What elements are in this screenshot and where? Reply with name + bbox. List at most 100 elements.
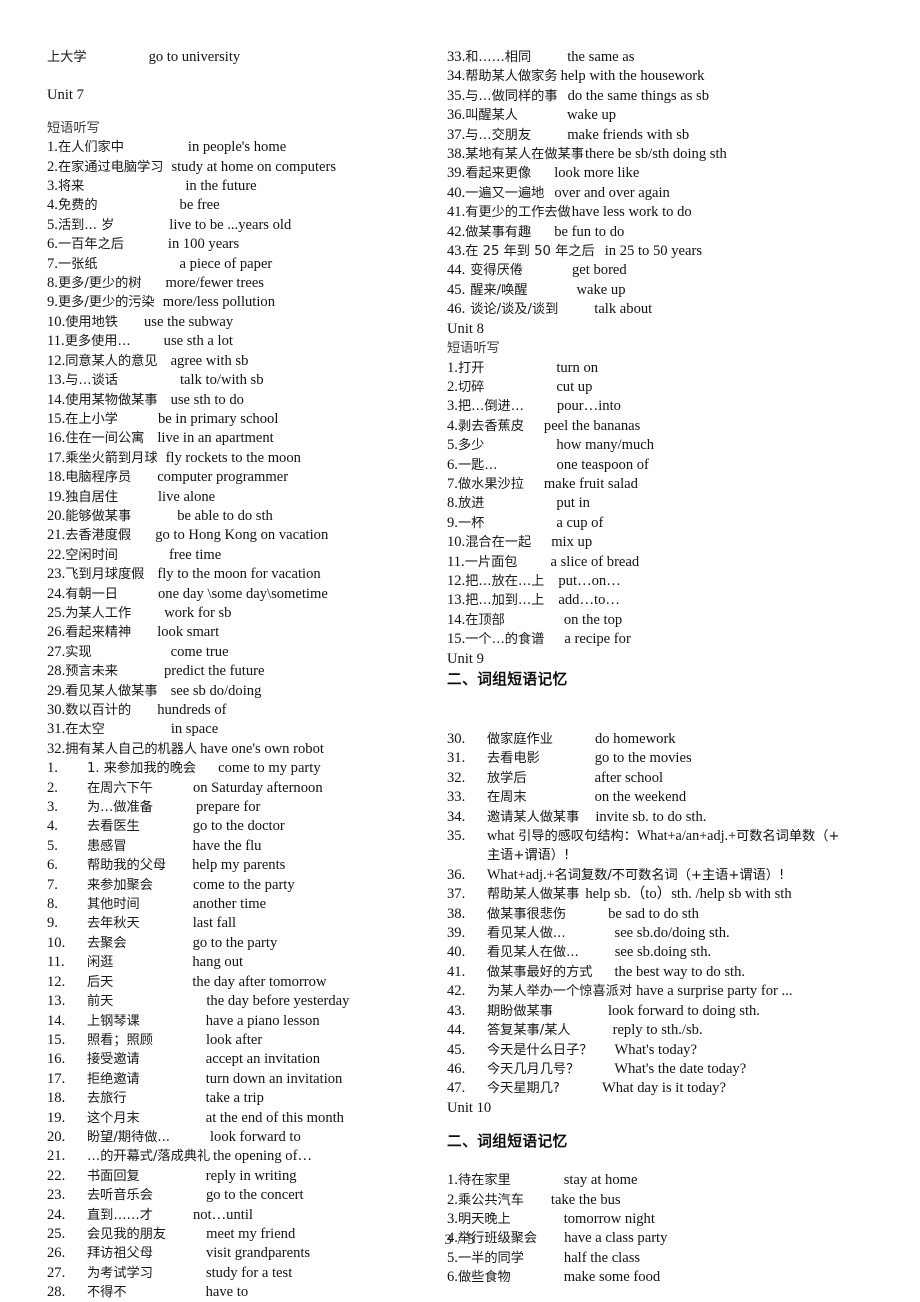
vocab-term-text: 在 25 年到 50 年之后: [465, 244, 595, 260]
vocab-row: 31. 去看电影 go to the movies: [447, 749, 920, 768]
vocab-term-text: 明天晚上: [457, 1211, 511, 1227]
vocab-row: 20.能够做某事 be able to do sth: [47, 507, 440, 526]
vocab-term-cn: 在周六下午: [87, 780, 153, 796]
item-number: 13.: [447, 592, 466, 609]
vocab-term-cn: 26.看起来精神: [47, 623, 131, 642]
item-number: 12.: [47, 973, 66, 990]
vocab-term-en: there be sb/sth doing sth: [584, 146, 727, 163]
item-number: 35.: [447, 87, 466, 104]
vocab-term-cn: 38.某地有某人在做某事: [447, 145, 584, 164]
vocab-term-en: be in primary school: [158, 410, 279, 427]
vocab-term-cn: 1. 来参加我的晚会: [87, 761, 197, 777]
vocab-term-text: 帮助某人做家务: [465, 69, 558, 85]
item-number: 2.: [447, 1191, 458, 1208]
vocab-row: 41. 做某事最好的方式 the best way to do sth.: [447, 963, 920, 982]
vocab-term-cn: 14.使用某物做某事: [47, 391, 158, 410]
vocab-row: 1.在人们家中 in people's home: [47, 138, 440, 157]
vocab-term-en: be able to do sth: [177, 507, 273, 524]
vocab-term-cn: 30.数以百计的: [47, 701, 131, 720]
document-page: 上大学 go to university Unit 7 短语听写 1.在人们家中…: [0, 0, 920, 1302]
item-number: 27.: [47, 1264, 66, 1281]
item-number: 3.: [47, 178, 58, 195]
vocab-term-en: be sad to do sth: [608, 905, 699, 922]
vocab-term-en: study for a test: [205, 1264, 293, 1281]
vocab-term-en: make friends with sb: [567, 126, 690, 143]
vocab-term-en: mix up: [551, 534, 593, 551]
vocab-term-cn: 19.独自居住: [47, 488, 118, 507]
item-number: 39.: [447, 165, 466, 182]
vocab-term-en: What's the date today?: [614, 1060, 747, 1077]
vocab-row: 42.做某事有趣 be fun to do: [447, 223, 920, 242]
vocab-term-en: help my parents: [192, 857, 286, 874]
opening-entry-cn: 上大学: [47, 50, 87, 65]
vocab-term-text: 切碎: [457, 379, 485, 395]
vocab-term-text: 在顶部: [465, 612, 505, 628]
vocab-term-en: in space: [170, 721, 219, 738]
vocab-term-cn: 1.在人们家中: [47, 138, 124, 157]
vocab-term-cn: 5.多少: [447, 436, 484, 455]
vocab-term-cn: 去旅行: [87, 1091, 127, 1107]
vocab-row: 18.电脑程序员 computer programmer: [47, 468, 440, 487]
vocab-row: 7.做水果沙拉 make fruit salad: [447, 475, 920, 494]
vocab-term-text: 一遍又一遍地: [465, 185, 545, 201]
vocab-row: 23.飞到月球度假 fly to the moon for vacation: [47, 565, 440, 584]
vocab-term-cn: 去年秋天: [87, 916, 140, 932]
vocab-term-en: add…to…: [558, 592, 620, 609]
vocab-term-cn: 接受邀请: [87, 1052, 140, 1068]
vocab-row: 30.数以百计的 hundreds of: [47, 701, 440, 720]
vocab-row: 11.更多使用… use sth a lot: [47, 332, 440, 351]
vocab-term-text: 为某人工作: [65, 605, 132, 621]
vocab-row: 2.乘公共汽车 take the bus: [447, 1191, 920, 1210]
grammar-note-35-part-b: 引导的感叹句结构：: [518, 829, 637, 845]
vocab-term-en: have the flu: [192, 837, 262, 854]
right-column: 33.和……相同 the same as 34.帮助某人做家务 help with t…: [440, 48, 920, 1288]
vocab-term-en: make some food: [563, 1269, 661, 1286]
vocab-term-text: 看起来精神: [65, 625, 132, 641]
vocab-term-en: half the class: [563, 1249, 641, 1266]
vocab-term-en: stay at home: [563, 1172, 638, 1189]
item-number: 44.: [447, 262, 466, 279]
item-number: 42.: [447, 223, 466, 240]
vocab-term-cn: 来参加聚会: [87, 877, 153, 893]
vocab-row: 10. 去聚会 go to the party: [47, 934, 440, 953]
vocab-term-en: prepare for: [195, 799, 261, 816]
item-number: 6.: [47, 857, 58, 874]
vocab-term-en: one day \some day\sometime: [158, 585, 328, 602]
vocab-term-en: computer programmer: [157, 469, 289, 486]
vocab-term-en: study at home on computers: [171, 158, 337, 175]
vocab-term-en: have one's own robot: [200, 740, 324, 757]
item-number: 28.: [47, 1284, 66, 1301]
vocab-term-cn: 帮助我的父母: [87, 858, 167, 874]
vocab-term-en: turn down an invitation: [205, 1070, 343, 1087]
vocab-term-text: 一半的同学: [457, 1250, 524, 1266]
item-number: 26.: [47, 624, 66, 641]
item-number: 45.: [447, 1041, 466, 1058]
vocab-term-en: in people's home: [187, 139, 287, 156]
vocab-row: 22.空闲时间 free time: [47, 546, 440, 565]
vocab-term-cn: 照看；照顾: [87, 1032, 153, 1048]
vocab-term-en: What day is it today?: [601, 1080, 726, 1097]
vocab-row: 13.与…谈话 talk to/with sb: [47, 371, 440, 390]
vocab-term-text: 有朝一日: [65, 586, 118, 602]
grammar-note-35-part-a: what: [487, 828, 519, 845]
vocab-row: 13.把…加到…上 add…to…: [447, 591, 920, 610]
grammar-note-36-part-a: What+adj.+: [487, 866, 555, 883]
vocab-term-cn: 14.在顶部: [447, 611, 505, 630]
vocab-row: 1.待在家里 stay at home: [447, 1171, 920, 1190]
item-number: 3.: [47, 799, 58, 816]
vocab-row: 37.与…交朋友 make friends with sb: [447, 126, 920, 145]
page-number: 3 / 5: [444, 1232, 476, 1248]
vocab-term-cn: 29.看见某人做某事: [47, 682, 158, 701]
vocab-row: 43.在 25 年到 50 年之后 in 25 to 50 years: [447, 242, 920, 261]
vocab-term-en: do the same things as sb: [567, 87, 710, 104]
item-number: 34.: [447, 68, 466, 85]
item-number: 35.: [447, 828, 466, 845]
vocab-row: 32.拥有某人自己的机器人 have one's own robot: [47, 740, 440, 759]
item-number: 2.: [447, 378, 458, 395]
vocab-row: 3.明天晚上 tomorrow night: [447, 1210, 920, 1229]
vocab-term-cn: 这个月末: [87, 1110, 140, 1126]
vocab-term-cn: 13.与…谈话: [47, 371, 118, 390]
vocab-row: 6. 帮助我的父母 help my parents: [47, 856, 440, 875]
